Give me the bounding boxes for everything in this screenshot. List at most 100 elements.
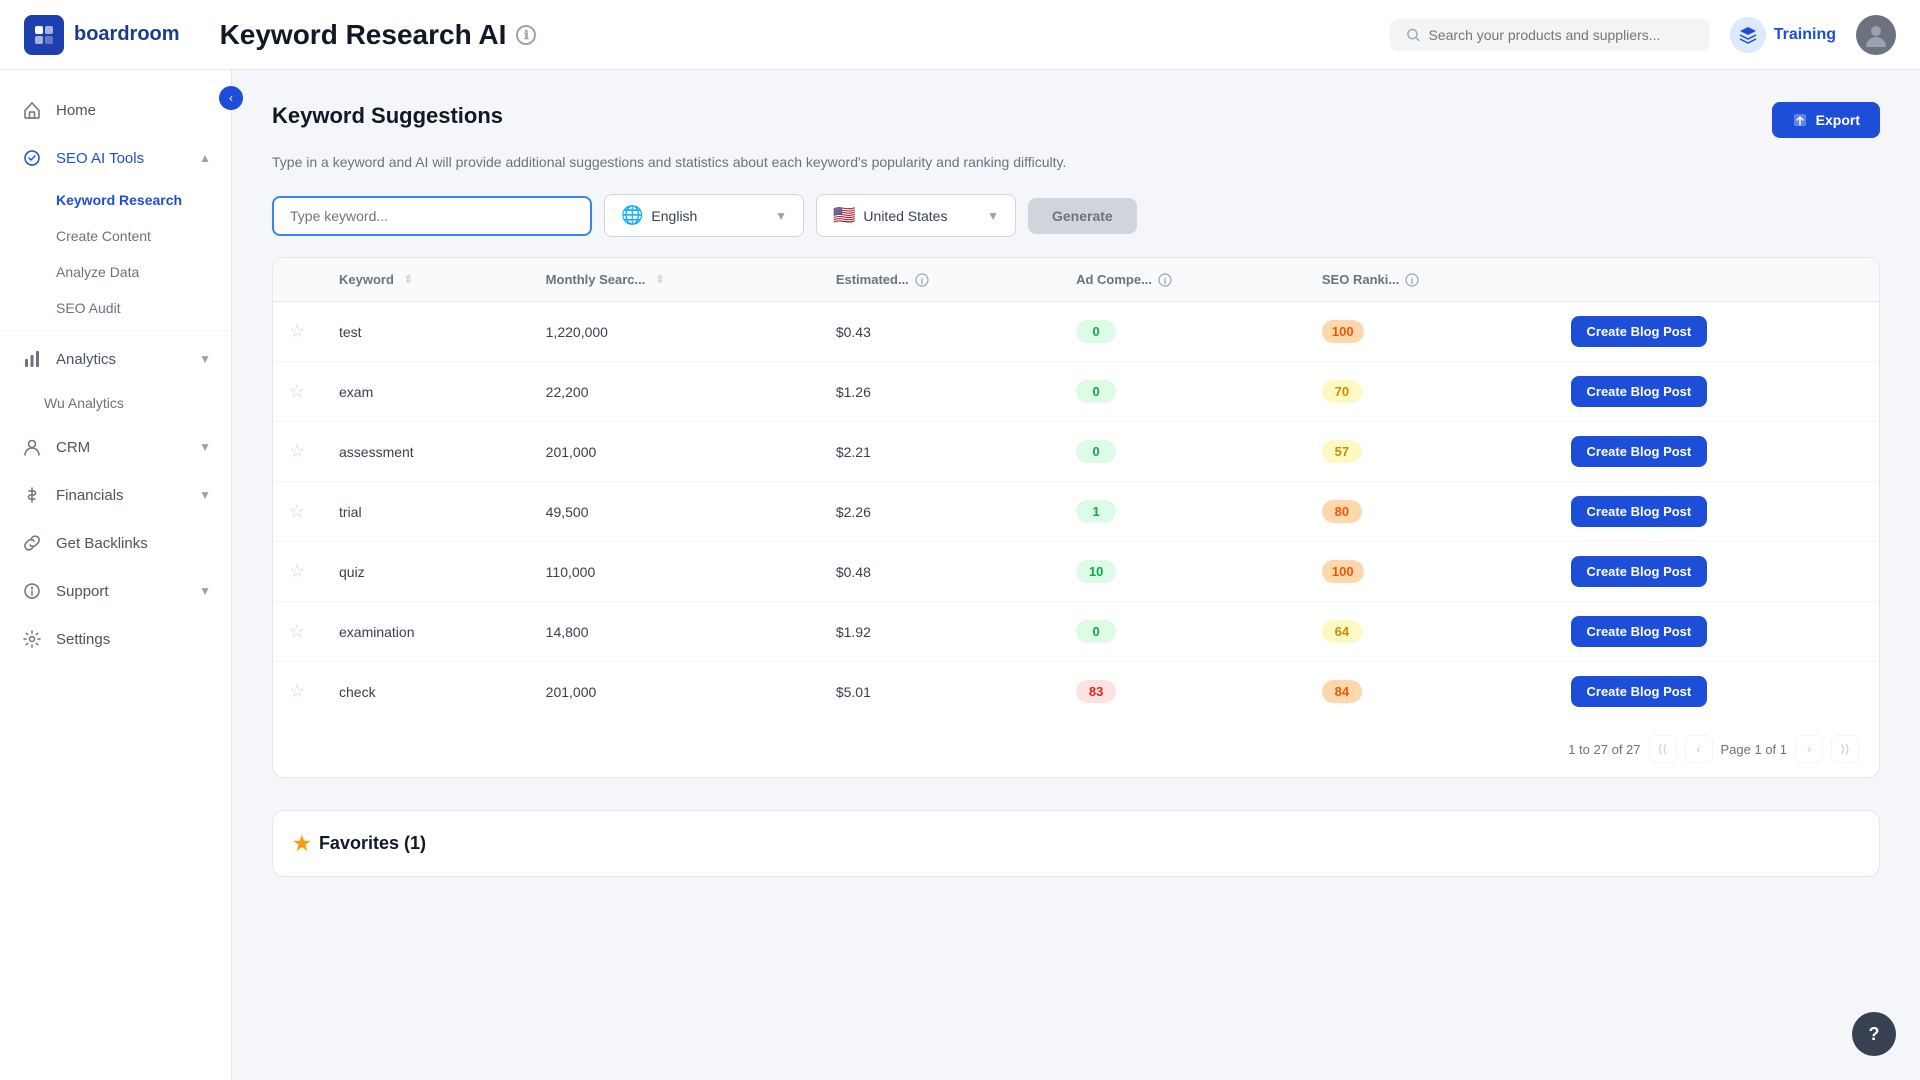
table-cell-seo-rank: 100 (1306, 542, 1555, 602)
export-icon (1792, 112, 1808, 128)
search-bar[interactable] (1390, 19, 1710, 51)
country-selector[interactable]: 🇺🇸 United States ▼ (816, 194, 1016, 237)
sidebar-item-home[interactable]: Home (0, 86, 231, 134)
info-icon[interactable]: ℹ (516, 25, 536, 45)
app-container: boardroom Keyword Research AI ℹ (0, 0, 1920, 1080)
language-flag: 🌐 (621, 205, 643, 226)
favorite-button[interactable]: ☆ (289, 681, 305, 702)
help-button[interactable]: ? (1852, 1012, 1896, 1056)
search-toolbar: 🌐 English ▼ 🇺🇸 United States ▼ Generate (272, 194, 1880, 237)
create-blog-post-button[interactable]: Create Blog Post (1571, 556, 1708, 587)
table-cell-ad-comp: 0 (1060, 302, 1306, 362)
create-blog-post-button[interactable]: Create Blog Post (1571, 676, 1708, 707)
sidebar-item-seo-audit[interactable]: SEO Audit (0, 290, 231, 326)
col-header-keyword[interactable]: Keyword ⇕ (323, 258, 530, 302)
avatar[interactable] (1856, 15, 1896, 55)
favorite-button[interactable]: ☆ (289, 381, 305, 402)
table-row: ☆ quiz 110,000 $0.48 10 100 Create Blog … (273, 542, 1879, 602)
table-row: ☆ trial 49,500 $2.26 1 80 Create Blog Po… (273, 482, 1879, 542)
table-cell-monthly: 201,000 (530, 662, 820, 722)
language-selector[interactable]: 🌐 English ▼ (604, 194, 804, 237)
favorite-button[interactable]: ☆ (289, 501, 305, 522)
sidebar-item-settings[interactable]: Settings (0, 615, 231, 663)
logo-name: boardroom (74, 23, 180, 46)
table-cell-star: ☆ (273, 422, 323, 482)
section-description: Type in a keyword and AI will provide ad… (272, 154, 1880, 170)
col-header-monthly-search[interactable]: Monthly Searc... ⇕ (530, 258, 820, 302)
country-flag: 🇺🇸 (833, 205, 855, 226)
sidebar-sub-label-analyze-data: Analyze Data (56, 264, 139, 280)
favorite-button[interactable]: ☆ (289, 441, 305, 462)
table-row: ☆ exam 22,200 $1.26 0 70 Create Blog Pos… (273, 362, 1879, 422)
sidebar-item-keyword-research[interactable]: Keyword Research (0, 182, 231, 218)
generate-button[interactable]: Generate (1028, 198, 1137, 234)
ad-comp-badge: 0 (1076, 320, 1116, 343)
col-header-ad-comp[interactable]: Ad Compe... i (1060, 258, 1306, 302)
sidebar-item-create-content[interactable]: Create Content (0, 218, 231, 254)
sidebar-item-analytics[interactable]: Analytics ▼ (0, 335, 231, 383)
sidebar-item-get-backlinks[interactable]: Get Backlinks (0, 519, 231, 567)
table-cell-star: ☆ (273, 662, 323, 722)
sidebar-collapse-button[interactable]: ‹ (219, 86, 243, 110)
country-label: United States (863, 208, 947, 224)
seo-ai-tools-icon (20, 146, 44, 170)
pagination-last-button[interactable]: ⟩⟩ (1831, 735, 1859, 763)
chevron-down-crm-icon: ▼ (199, 440, 211, 454)
table-cell-seo-rank: 57 (1306, 422, 1555, 482)
table-cell-estimated: $5.01 (820, 662, 1060, 722)
sidebar-item-crm[interactable]: CRM ▼ (0, 423, 231, 471)
keyword-input[interactable] (272, 196, 592, 236)
table-row: ☆ examination 14,800 $1.92 0 64 Create B… (273, 602, 1879, 662)
table-cell-star: ☆ (273, 302, 323, 362)
create-blog-post-button[interactable]: Create Blog Post (1571, 316, 1708, 347)
language-label: English (651, 208, 697, 224)
crm-icon (20, 435, 44, 459)
pagination-next-button[interactable]: › (1795, 735, 1823, 763)
table-cell-star: ☆ (273, 362, 323, 422)
keywords-table-container: Keyword ⇕ Monthly Searc... ⇕ Estimated..… (272, 257, 1880, 778)
sidebar-item-analyze-data[interactable]: Analyze Data (0, 254, 231, 290)
table-header-row: Keyword ⇕ Monthly Searc... ⇕ Estimated..… (273, 258, 1879, 302)
create-blog-post-button[interactable]: Create Blog Post (1571, 376, 1708, 407)
table-cell-keyword: check (323, 662, 530, 722)
sidebar-item-wu-analytics[interactable]: Wu Analytics (0, 383, 231, 423)
table-cell-keyword: test (323, 302, 530, 362)
table-cell-estimated: $0.48 (820, 542, 1060, 602)
create-blog-post-button[interactable]: Create Blog Post (1571, 496, 1708, 527)
table-cell-monthly: 22,200 (530, 362, 820, 422)
ad-comp-badge: 0 (1076, 620, 1116, 643)
table-cell-estimated: $2.26 (820, 482, 1060, 542)
search-input[interactable] (1429, 27, 1694, 43)
estimated-info-icon[interactable]: i (915, 273, 929, 287)
create-blog-post-button[interactable]: Create Blog Post (1571, 436, 1708, 467)
logo-icon (24, 15, 64, 55)
export-button[interactable]: Export (1772, 102, 1880, 138)
pagination-first-button[interactable]: ⟨⟨ (1649, 735, 1677, 763)
seorank-info-icon[interactable]: i (1405, 273, 1419, 287)
create-blog-post-button[interactable]: Create Blog Post (1571, 616, 1708, 647)
sidebar-item-seo-ai-tools[interactable]: SEO AI Tools ▲ (0, 134, 231, 182)
svg-text:i: i (1411, 276, 1414, 286)
pagination-prev-button[interactable]: ‹ (1685, 735, 1713, 763)
sidebar-item-label-support: Support (56, 583, 109, 600)
sort-keyword-icon: ⇕ (404, 273, 413, 286)
table-cell-ad-comp: 1 (1060, 482, 1306, 542)
favorite-button[interactable]: ☆ (289, 321, 305, 342)
col-header-estimated[interactable]: Estimated... i (820, 258, 1060, 302)
chevron-up-icon: ▲ (199, 151, 211, 165)
favorite-button[interactable]: ☆ (289, 561, 305, 582)
sidebar-item-support[interactable]: Support ▼ (0, 567, 231, 615)
table-row: ☆ check 201,000 $5.01 83 84 Create Blog … (273, 662, 1879, 722)
table-cell-keyword: exam (323, 362, 530, 422)
favorites-star-icon: ★ (293, 831, 311, 856)
col-header-seo-rank[interactable]: SEO Ranki... i (1306, 258, 1555, 302)
table-cell-seo-rank: 64 (1306, 602, 1555, 662)
table-cell-keyword: examination (323, 602, 530, 662)
sort-monthly-icon: ⇕ (655, 273, 664, 286)
favorite-button[interactable]: ☆ (289, 621, 305, 642)
training-button[interactable]: Training (1730, 17, 1836, 53)
top-row: Keyword Suggestions Export (272, 102, 1880, 138)
adcomp-info-icon[interactable]: i (1158, 273, 1172, 287)
seo-rank-badge: 80 (1322, 500, 1362, 523)
sidebar-item-financials[interactable]: Financials ▼ (0, 471, 231, 519)
